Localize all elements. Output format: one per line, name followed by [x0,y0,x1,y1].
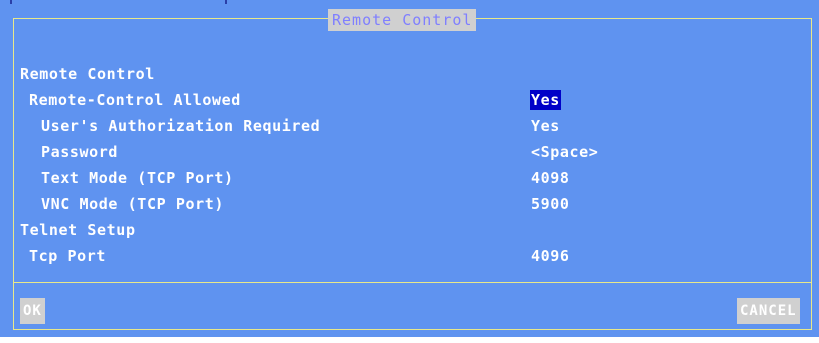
ok-button[interactable]: OK [20,298,45,324]
user-authorization-label: User's Authorization Required [41,117,321,135]
text-mode-port-label: Text Mode (TCP Port) [41,169,234,187]
vnc-mode-port-label: VNC Mode (TCP Port) [41,195,224,213]
cancel-button[interactable]: CANCEL [737,298,800,324]
remote-control-allowed-label: Remote-Control Allowed [29,91,241,109]
button-separator [13,282,812,283]
remote-control-dialog: Remote Control Remote Control Remote-Con… [0,4,819,337]
dialog-title: Remote Control [328,9,477,31]
vnc-mode-port-value[interactable]: 5900 [531,194,570,214]
screen: Remote Control Remote Control Remote-Con… [0,0,819,343]
tcp-port-label: Tcp Port [29,247,107,265]
screen-bottom [0,337,819,343]
section-remote-control: Remote Control [20,65,155,83]
user-authorization-value[interactable]: Yes [531,116,560,136]
password-label: Password [41,143,119,161]
tcp-port-value[interactable]: 4096 [531,246,570,266]
remote-control-allowed-value[interactable]: Yes [530,90,561,110]
section-telnet-setup: Telnet Setup [20,221,136,239]
text-mode-port-value[interactable]: 4098 [531,168,570,188]
password-value[interactable]: <Space> [531,142,598,162]
